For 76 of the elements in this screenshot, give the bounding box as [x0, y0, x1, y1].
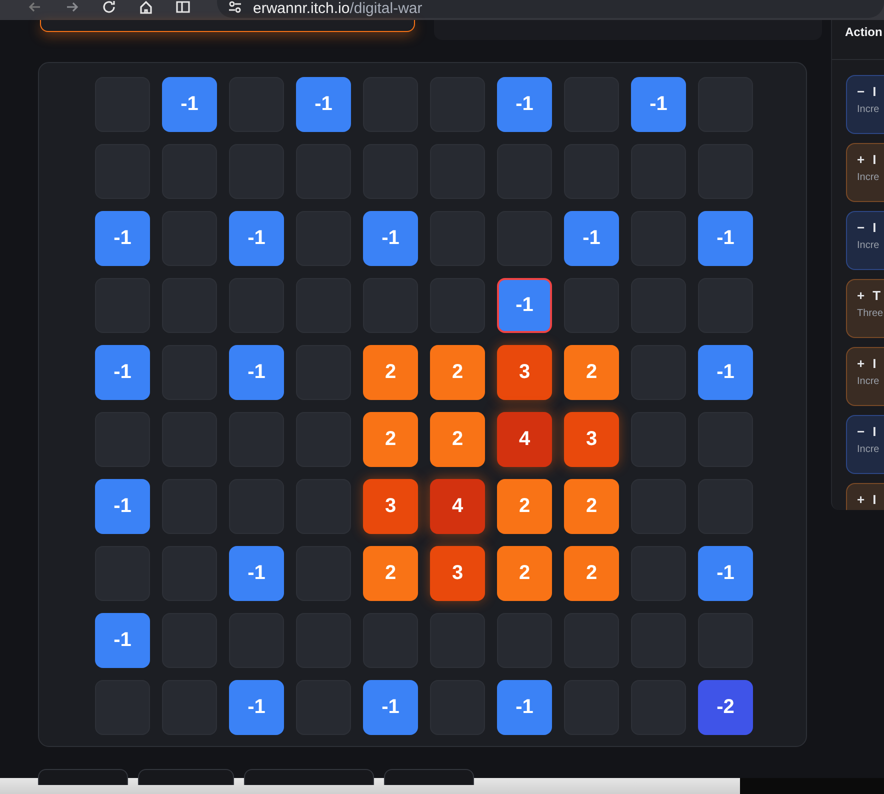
board-cell[interactable]: 2	[430, 412, 485, 467]
board-cell[interactable]: 3	[363, 479, 418, 534]
board-cell[interactable]: 3	[430, 546, 485, 601]
board-cell[interactable]: 2	[497, 479, 552, 534]
tune-icon[interactable]	[227, 0, 243, 15]
sign-label: −	[857, 84, 865, 99]
card-title: I	[872, 492, 876, 507]
board-cell[interactable]: -1	[229, 680, 284, 735]
board-cell[interactable]: -1	[162, 77, 217, 132]
board-cell[interactable]: -1	[631, 77, 686, 132]
card-title: I	[872, 356, 876, 371]
action-card[interactable]: + I Incre	[846, 143, 884, 202]
url-host: erwannr.itch.io	[253, 0, 350, 16]
card-title: I	[872, 220, 876, 235]
reload-icon[interactable]	[101, 0, 117, 15]
board-cell[interactable]: 2	[363, 546, 418, 601]
board-cell[interactable]: 3	[497, 345, 552, 400]
board-cell[interactable]: 2	[363, 412, 418, 467]
panel-title: Action	[832, 20, 884, 60]
board-cell[interactable]: -1	[363, 211, 418, 266]
action-card[interactable]: + I Incre	[846, 347, 884, 406]
url-path: /digital-war	[350, 0, 422, 16]
board-cell[interactable]: -1	[698, 211, 753, 266]
board-cell[interactable]: -1	[564, 211, 619, 266]
sidebar-icon[interactable]	[175, 0, 191, 15]
card-text: Incre	[857, 172, 880, 183]
action-card[interactable]: − I Incre	[846, 211, 884, 270]
board-cell[interactable]: -1	[698, 345, 753, 400]
address-bar[interactable]: erwannr.itch.io/digital-war	[217, 0, 884, 18]
board-cell[interactable]: -1	[229, 345, 284, 400]
home-icon[interactable]	[138, 0, 154, 15]
board-cell[interactable]: 2	[564, 479, 619, 534]
board-cell[interactable]: -2	[698, 680, 753, 735]
board-cell[interactable]: 3	[564, 412, 619, 467]
action-card[interactable]: − I Incre	[846, 75, 884, 134]
card-text: Incre	[857, 376, 880, 387]
board-cell[interactable]: -1	[229, 211, 284, 266]
board-cell[interactable]: -1	[95, 613, 150, 668]
toolbar-button[interactable]	[244, 769, 374, 785]
board-cell[interactable]: 2	[564, 345, 619, 400]
toolbar-button[interactable]	[138, 769, 234, 785]
card-text: Incre	[857, 444, 880, 455]
card-title: T	[872, 288, 881, 303]
sign-label: +	[857, 288, 865, 303]
board-cell[interactable]: 2	[564, 546, 619, 601]
sign-label: +	[857, 152, 865, 167]
action-card[interactable]: − I Incre	[846, 415, 884, 474]
board-cell[interactable]: -1	[497, 278, 552, 333]
toolbar-button[interactable]	[384, 769, 474, 785]
sign-label: −	[857, 424, 865, 439]
sign-label: +	[857, 356, 865, 371]
card-text: Incre	[857, 104, 880, 115]
board-cell[interactable]: 4	[497, 412, 552, 467]
board-cell[interactable]: -1	[296, 77, 351, 132]
card-text: Incre	[857, 240, 880, 251]
board-cell[interactable]: 4	[430, 479, 485, 534]
card-text: Three	[857, 308, 884, 319]
card-title: I	[872, 152, 876, 167]
action-card[interactable]: + I	[846, 483, 884, 510]
board-cell[interactable]: -1	[95, 479, 150, 534]
board-cell[interactable]: -1	[497, 77, 552, 132]
card-title: I	[872, 424, 876, 439]
board-cell[interactable]: -1	[229, 546, 284, 601]
sign-label: −	[857, 220, 865, 235]
board-cell[interactable]: 2	[363, 345, 418, 400]
board-cell[interactable]: 2	[430, 345, 485, 400]
board-cell[interactable]: 2	[497, 546, 552, 601]
board-cell[interactable]: -1	[497, 680, 552, 735]
board-cell[interactable]: -1	[363, 680, 418, 735]
board-cell[interactable]: -1	[95, 211, 150, 266]
sign-label: +	[857, 492, 865, 507]
toolbar-button[interactable]	[38, 769, 128, 785]
card-title: I	[872, 84, 876, 99]
board-cell[interactable]: -1	[95, 345, 150, 400]
board-cell[interactable]: -1	[698, 546, 753, 601]
action-card[interactable]: + T Three	[846, 279, 884, 338]
